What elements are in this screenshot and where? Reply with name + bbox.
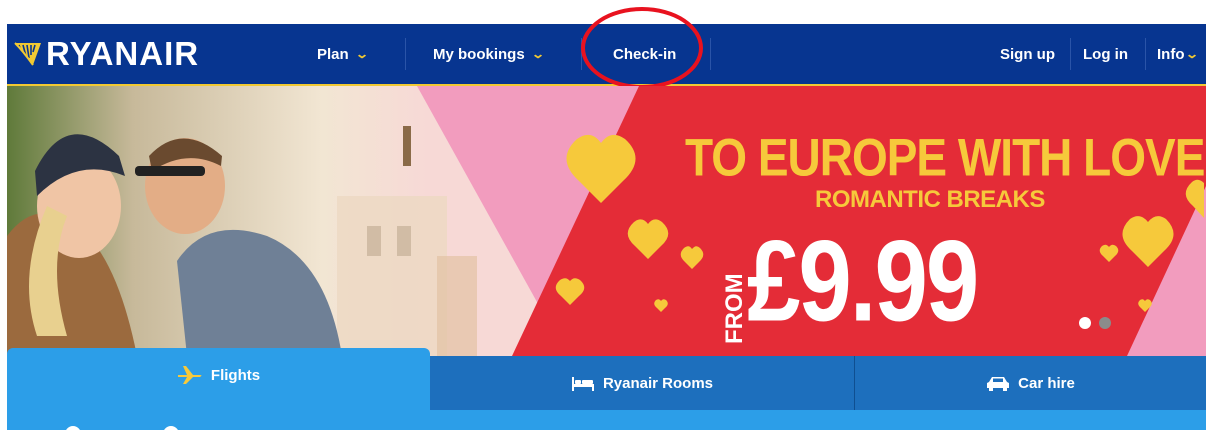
brand-name: RYANAIR [46,35,200,72]
hero-banner[interactable]: TO EUROPE WITH LOVE ROMANTIC BREAKS FROM… [7,86,1206,356]
tab-ryanair-rooms[interactable]: Ryanair Rooms [430,356,854,410]
nav-check-in-link[interactable]: Check-in [613,24,676,84]
trip-type-radio[interactable] [65,426,81,442]
nav-divider [710,38,711,70]
nav-divider [405,38,406,70]
carousel-dot-active[interactable] [1079,317,1091,329]
nav-my-bookings-label: My bookings [433,45,525,63]
nav-sign-up-label: Sign up [1000,45,1055,63]
tab-rooms-label: Ryanair Rooms [602,374,714,392]
tab-flights[interactable]: Flights [7,348,430,410]
nav-info-menu[interactable]: Info ⌄ [1157,24,1199,84]
nav-divider [1070,38,1071,70]
hero-from-label: FROM [721,273,748,344]
nav-divider [1145,38,1146,70]
tab-car-hire[interactable]: Car hire [855,356,1206,410]
chevron-down-icon: ⌄ [1184,47,1199,61]
chevron-down-icon: ⌄ [530,47,545,61]
nav-info-label: Info [1157,45,1185,63]
tab-car-hire-label: Car hire [1018,374,1075,392]
nav-plan-menu[interactable]: Plan ⌄ [317,24,369,84]
plane-icon [177,365,203,385]
nav-sign-up-link[interactable]: Sign up [1000,24,1055,84]
chevron-down-icon: ⌄ [354,47,369,61]
nav-check-in-label: Check-in [613,45,677,63]
bed-icon [571,375,595,391]
harp-icon [14,42,41,66]
nav-plan-label: Plan [317,45,349,63]
carousel-dot[interactable] [1099,317,1111,329]
nav-log-in-link[interactable]: Log in [1083,24,1128,84]
hero-subheadline: ROMANTIC BREAKS [815,186,1045,213]
hero-price: £9.99 [747,217,979,346]
search-tabs: Flights Ryanair Rooms Car hire [7,348,1206,410]
nav-divider [581,38,582,70]
nav-my-bookings-menu[interactable]: My bookings ⌄ [433,24,545,84]
trip-type-radio[interactable] [163,426,179,442]
top-navigation-bar: RYANAIR Plan ⌄ My bookings ⌄ Check-in Si… [7,24,1206,84]
nav-log-in-label: Log in [1083,45,1128,63]
car-icon [986,375,1010,391]
hero-headline: TO EUROPE WITH LOVE [685,127,1205,187]
search-panel [7,410,1206,442]
ryanair-logo[interactable]: RYANAIR [13,32,199,76]
tab-flights-label: Flights [210,366,261,384]
